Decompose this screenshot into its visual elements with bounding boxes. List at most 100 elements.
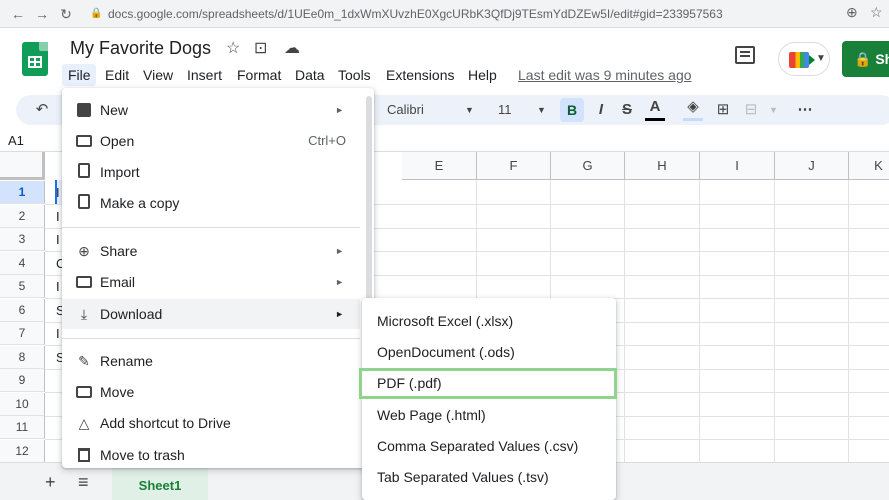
more-icon[interactable]: ⋯ [795,92,815,128]
name-box[interactable]: A1 [8,133,24,148]
menu-separator [62,227,360,228]
last-edit-link[interactable]: Last edit was 9 minutes ago [518,64,692,86]
move-folder-icon[interactable]: ⊡ [254,38,267,58]
download-ods[interactable]: OpenDocument (.ods) [362,337,616,368]
row-header[interactable]: 7 [0,322,45,346]
comments-icon[interactable] [735,46,755,64]
add-sheet-icon[interactable]: + [45,472,56,493]
trash-icon [76,446,92,464]
menu-file[interactable]: File [62,64,96,86]
row-header[interactable]: 11 [0,416,45,440]
download-tsv[interactable]: Tab Separated Values (.tsv) [362,462,616,493]
download-html[interactable]: Web Page (.html) [362,400,616,431]
menu-tools[interactable]: Tools [338,64,371,86]
column-header[interactable]: E [402,152,477,180]
lock-icon: 🔒 [90,8,103,19]
sheet-tab[interactable]: Sheet1 [112,468,208,500]
undo-icon[interactable]: ↶ [32,92,52,128]
star-icon[interactable]: ☆ [226,38,240,58]
forward-icon[interactable]: → [32,4,52,24]
meet-icon [789,52,815,68]
merge-cells-icon[interactable]: ⊟ [741,92,761,128]
row-header[interactable]: 6 [0,298,45,322]
shortcut-label: Ctrl+O [308,133,346,148]
new-icon [76,101,92,119]
font-select[interactable]: Calibri [387,92,424,128]
font-size-select[interactable]: 11 [498,92,512,128]
submenu-arrow-icon: ► [335,246,344,256]
menu-item-download[interactable]: ⤓ Download ► [62,299,360,329]
menu-item-new[interactable]: New ► [62,95,360,125]
column-header[interactable]: J [775,152,849,180]
address-bar[interactable]: 🔒 docs.google.com/spreadsheets/d/1UEe0m_… [86,3,836,25]
column-header[interactable]: I [700,152,775,180]
chevron-down-icon[interactable]: ▼ [537,92,546,128]
folder-icon [76,132,92,150]
cloud-status-icon[interactable]: ☁ [284,38,300,58]
row-header[interactable]: 9 [0,369,45,393]
document-title[interactable]: My Favorite Dogs [70,38,211,59]
italic-icon[interactable]: I [593,92,609,128]
submenu-arrow-icon: ► [335,309,344,319]
download-csv[interactable]: Comma Separated Values (.csv) [362,431,616,462]
download-submenu: Microsoft Excel (.xlsx) OpenDocument (.o… [359,298,617,500]
menu-item-add-shortcut[interactable]: △ Add shortcut to Drive [62,408,360,438]
menu-extensions[interactable]: Extensions [386,64,454,86]
row-header[interactable]: 2 [0,204,45,228]
menu-item-move[interactable]: Move [62,377,360,407]
share-label: Sh [875,51,889,67]
row-header[interactable]: 10 [0,392,45,416]
rename-icon: ✎ [78,353,90,369]
menu-item-make-copy[interactable]: Make a copy [62,188,360,218]
share-button[interactable]: 🔒 Sh [842,41,889,77]
drive-shortcut-icon: △ [78,415,90,431]
doc-icon [76,163,92,181]
menu-edit[interactable]: Edit [105,64,129,86]
select-all-corner[interactable] [0,152,45,180]
back-icon[interactable]: ← [8,4,28,24]
row-header[interactable]: 8 [0,345,45,369]
menu-separator [62,338,360,339]
row-header[interactable]: 1 [0,181,45,205]
bold-button[interactable]: B [560,98,584,122]
row-header[interactable]: 4 [0,251,45,275]
menu-view[interactable]: View [143,64,173,86]
row-header[interactable]: 12 [0,439,45,463]
submenu-arrow-icon: ► [335,277,344,287]
meet-button[interactable]: ▼ [778,42,830,76]
submenu-arrow-icon: ► [335,105,344,115]
chevron-down-icon: ▼ [816,53,826,64]
menu-item-rename[interactable]: ✎ Rename [62,346,360,376]
menu-data[interactable]: Data [295,64,325,86]
menu-item-trash[interactable]: Move to trash [62,440,360,470]
fill-color-bar [683,118,703,121]
download-xlsx[interactable]: Microsoft Excel (.xlsx) [362,306,616,337]
download-pdf[interactable]: PDF (.pdf) [359,368,617,399]
row-header[interactable]: 5 [0,275,45,299]
menu-item-share[interactable]: ⊕ Share ► [62,236,360,266]
file-menu: New ► Open Ctrl+O Import Make a copy ⊕ S… [62,88,374,468]
column-header[interactable]: K [849,152,889,180]
all-sheets-icon[interactable]: ≡ [78,472,89,493]
menu-insert[interactable]: Insert [187,64,222,86]
reload-icon[interactable]: ↻ [56,4,76,24]
zoom-icon[interactable]: ⊕ [846,4,858,21]
bookmark-star-icon[interactable]: ☆ [870,4,883,21]
move-icon [76,383,92,401]
column-header[interactable]: H [625,152,700,180]
column-header[interactable]: G [551,152,625,180]
chevron-down-icon[interactable]: ▼ [769,92,778,128]
share-icon: ⊕ [78,243,90,259]
sheets-logo[interactable] [22,42,48,76]
menu-help[interactable]: Help [468,64,497,86]
menu-item-import[interactable]: Import [62,157,360,187]
menu-item-open[interactable]: Open Ctrl+O [62,126,360,156]
menu-format[interactable]: Format [237,64,281,86]
strikethrough-icon[interactable]: S [619,92,635,128]
row-header[interactable]: 3 [0,228,45,252]
menu-item-email[interactable]: Email ► [62,267,360,297]
column-header[interactable]: F [477,152,551,180]
borders-icon[interactable]: ⊞ [713,92,733,128]
browser-bar: ← → ↻ 🔒 docs.google.com/spreadsheets/d/1… [0,0,889,28]
chevron-down-icon[interactable]: ▼ [465,92,474,128]
